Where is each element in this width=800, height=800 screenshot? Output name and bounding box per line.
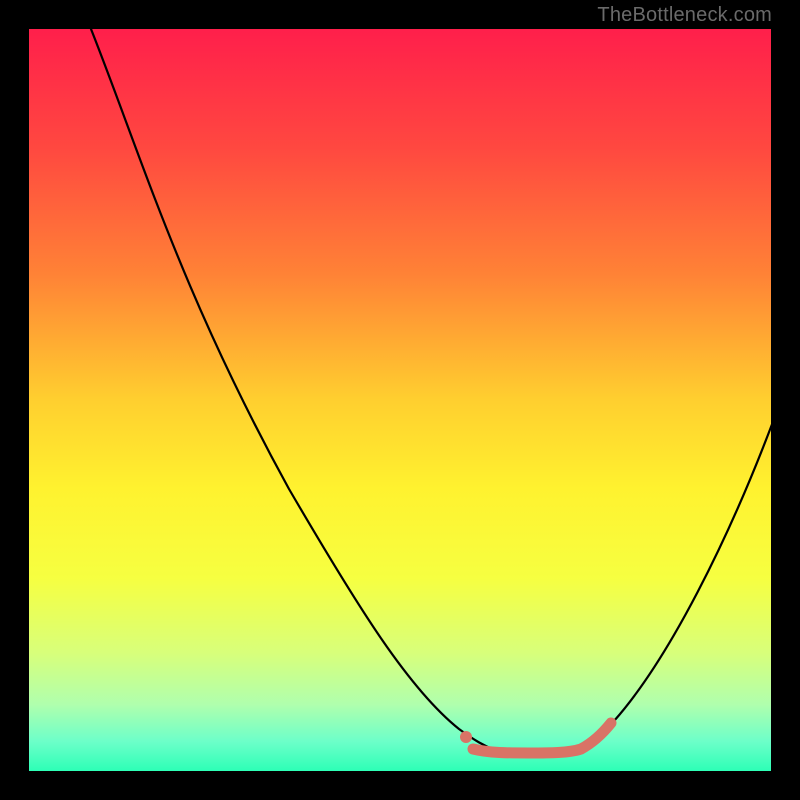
chart-frame: TheBottleneck.com [0, 0, 800, 800]
plot-area [29, 29, 771, 771]
highlight-dot [460, 731, 472, 743]
chart-svg [29, 29, 771, 771]
watermark-text: TheBottleneck.com [597, 4, 772, 27]
